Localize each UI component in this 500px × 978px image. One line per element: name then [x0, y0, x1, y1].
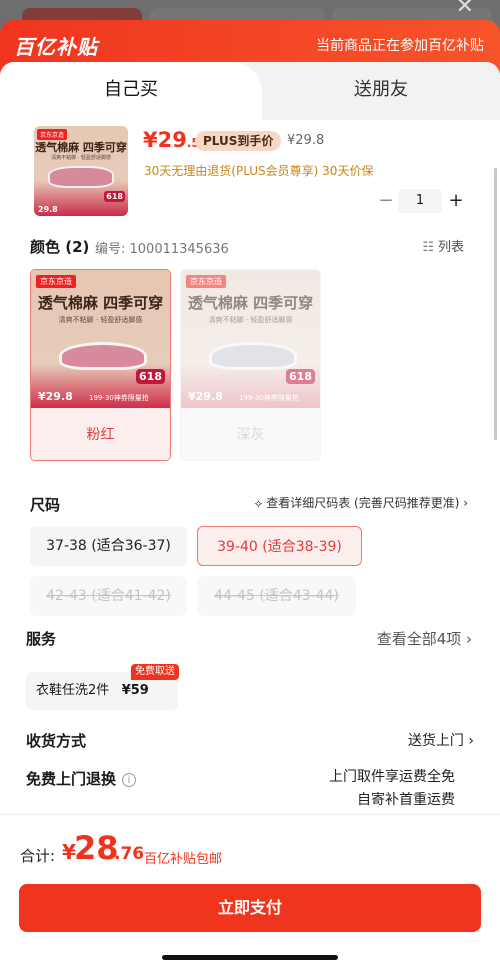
return-policy-line: 自寄补首重运费 — [357, 792, 455, 808]
subsidy-logo: 百亿补贴 — [14, 35, 98, 59]
brand-tag: 京东京造 — [186, 275, 226, 288]
free-pickup-badge: 免费取送 — [131, 664, 179, 680]
list-view-toggle[interactable]: ☷ 列表 — [422, 236, 464, 255]
service-section-title: 服务 — [26, 630, 57, 648]
close-icon[interactable]: ✕ — [456, 0, 474, 19]
total-amount: 28 — [74, 829, 119, 867]
increase-button[interactable]: + — [444, 189, 468, 213]
info-icon[interactable]: i — [122, 773, 137, 787]
list-icon: ☷ — [422, 240, 434, 255]
image-price: ¥29.8 — [38, 390, 73, 403]
delivery-method-title: 收货方式 — [26, 732, 87, 750]
image-headline: 透气棉麻 四季可穿 — [37, 294, 164, 312]
slipper-image — [59, 342, 147, 370]
total-label: 合计: — [20, 847, 56, 865]
thumb-subline: 清爽不粘脚 · 轻盈舒适脚感 — [51, 155, 111, 161]
service-guarantees: 30天无理由退货(PLUS会员尊享) 30天价保 — [144, 164, 374, 178]
color-option-image: 京东京造 透气棉麻 四季可穿 清爽不粘脚 · 轻盈舒适脚感 618 ¥29.8 … — [31, 270, 170, 408]
tab-gift-friend[interactable]: 送朋友 — [262, 62, 500, 120]
image-subline: 清爽不粘脚 · 轻盈舒适脚感 — [58, 316, 143, 324]
delivery-method-value[interactable]: 送货上门 › — [408, 730, 474, 750]
slipper-image — [48, 166, 114, 188]
size-chart-link[interactable]: ⟡ 查看详细尺码表 (完善尺码推荐更准) › — [254, 494, 468, 511]
color-option-pink[interactable]: 京东京造 透气棉麻 四季可穿 清爽不粘脚 · 轻盈舒适脚感 618 ¥29.8 … — [30, 269, 171, 461]
image-promo: 199-30神券限量抢 — [89, 394, 149, 402]
checkout-footer: 合计: ¥ 28 .76 百亿补贴包邮 立即支付 — [0, 814, 500, 978]
tab-bar: 自己买 送朋友 — [0, 62, 500, 120]
free-return-title: 免费上门退换 i — [26, 768, 137, 789]
color-section-title: 颜色 (2) — [30, 238, 90, 256]
slipper-image — [209, 342, 297, 370]
plus-price: ¥29.5 — [143, 128, 200, 152]
service-name: 衣鞋任洗2件 — [36, 683, 110, 698]
size-option-39-40[interactable]: 39-40 (适合38-39) — [197, 526, 362, 566]
image-subline: 清爽不粘脚 · 轻盈舒适脚感 — [208, 316, 293, 324]
product-thumbnail[interactable]: 京东京造 透气棉麻 四季可穿 清爽不粘脚 · 轻盈舒适脚感 618 29.8 — [34, 126, 128, 216]
size-option-42-43[interactable]: 42-43 (适合41-42) — [30, 576, 187, 616]
list-view-label: 列表 — [437, 240, 464, 255]
image-headline: 透气棉麻 四季可穿 — [187, 294, 314, 312]
image-price: ¥29.8 — [188, 390, 223, 403]
plus-price-badge: PLUS到手价 — [195, 131, 282, 151]
quantity-stepper: − 1 + — [376, 189, 468, 213]
decrease-button[interactable]: − — [376, 189, 396, 213]
promo-618-badge: 618 — [104, 191, 125, 202]
subsidy-note: 当前商品正在参加百亿补贴 — [316, 38, 484, 54]
size-section-title: 尺码 — [30, 496, 61, 514]
view-all-services-link[interactable]: 查看全部4项 › — [377, 628, 472, 649]
color-option-label: 深灰 — [181, 408, 320, 460]
color-option-dark-gray[interactable]: 京东京造 透气棉麻 四季可穿 清爽不粘脚 · 轻盈舒适脚感 618 ¥29.8 … — [180, 269, 321, 461]
color-option-label: 粉红 — [31, 408, 170, 460]
return-policy-line: 上门取件享运费全免 — [329, 769, 455, 785]
total-amount-decimal: .76 — [114, 844, 145, 864]
thumb-headline: 透气棉麻 四季可穿 — [35, 141, 127, 154]
size-option-44-45[interactable]: 44-45 (适合43-44) — [197, 576, 356, 616]
subsidy-free-shipping-note: 百亿补贴包邮 — [144, 852, 223, 867]
scrollbar[interactable] — [494, 168, 497, 440]
product-code: 编号: 100011345636 — [95, 242, 229, 257]
tab-buy-for-self[interactable]: 自己买 — [0, 62, 262, 120]
thumb-price: 29.8 — [38, 205, 58, 214]
quantity-input[interactable]: 1 — [398, 189, 442, 213]
service-price: ¥59 — [121, 683, 149, 698]
promo-618-badge: 618 — [136, 369, 165, 384]
image-promo: 199-30神券限量抢 — [239, 394, 299, 402]
promo-618-badge: 618 — [286, 369, 315, 384]
pay-now-button[interactable]: 立即支付 — [19, 884, 481, 932]
purchase-sheet: 自己买 送朋友 京东京造 透气棉麻 四季可穿 清爽不粘脚 · 轻盈舒适脚感 61… — [0, 62, 500, 978]
original-price: ¥29.8 — [287, 133, 325, 148]
size-option-37-38[interactable]: 37-38 (适合36-37) — [30, 526, 187, 566]
home-indicator[interactable] — [162, 955, 338, 960]
brand-tag: 京东京造 — [36, 275, 76, 288]
color-option-image: 京东京造 透气棉麻 四季可穿 清爽不粘脚 · 轻盈舒适脚感 618 ¥29.8 … — [181, 270, 320, 408]
